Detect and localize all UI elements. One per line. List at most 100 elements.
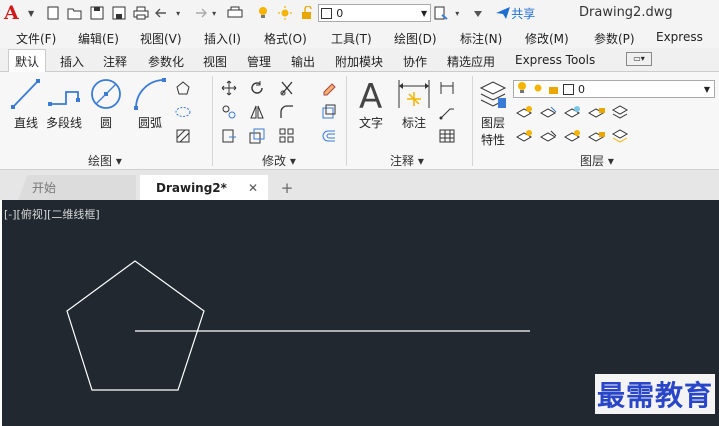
menu-file[interactable]: 文件(F)	[16, 30, 56, 47]
unlock-icon	[548, 81, 560, 98]
arc-tool-button[interactable]: 圆弧	[132, 76, 168, 131]
chevron-down-icon: ▼	[703, 84, 710, 94]
undo-icon[interactable]	[154, 4, 172, 22]
redo-icon[interactable]	[190, 4, 208, 22]
drawing-canvas[interactable]: [-][俯视][二维线框] 最需教育	[2, 200, 719, 426]
tab-manage[interactable]: 管理	[247, 53, 271, 70]
menu-edit[interactable]: 编辑(E)	[78, 30, 119, 47]
tab-express-tools[interactable]: Express Tools	[515, 53, 595, 67]
menu-tools[interactable]: 工具(T)	[331, 30, 372, 47]
mirror-icon[interactable]	[248, 104, 266, 120]
table-icon[interactable]	[438, 128, 456, 144]
layer-lock-icon[interactable]	[588, 104, 606, 120]
polygon-icon[interactable]	[174, 80, 192, 96]
layer-make-current-icon[interactable]	[516, 128, 534, 144]
menu-bar: 文件(F) 编辑(E) 视图(V) 插入(I) 格式(O) 工具(T) 绘图(D…	[0, 26, 719, 48]
layer-combo[interactable]: 0 ▼	[252, 4, 432, 22]
tab-addins[interactable]: 附加模块	[335, 53, 383, 70]
scale-icon[interactable]	[248, 128, 266, 144]
move-icon[interactable]	[220, 80, 238, 96]
line-icon	[11, 79, 40, 109]
layer-unlock-icon[interactable]	[588, 128, 606, 144]
menu-format[interactable]: 格式(O)	[264, 30, 307, 47]
app-menu-chevron-icon[interactable]: ▼	[28, 9, 34, 18]
modify-panel-title[interactable]: 修改 ▾	[262, 152, 296, 169]
menu-dimension[interactable]: 标注(N)	[460, 30, 502, 47]
hatch-icon[interactable]	[174, 128, 192, 144]
customize-qat-icon[interactable]	[469, 4, 487, 22]
tab-insert[interactable]: 插入	[60, 53, 84, 70]
polyline-icon	[48, 91, 80, 106]
save-as-icon[interactable]	[110, 4, 128, 22]
text-tool-button[interactable]: A 文字	[356, 76, 386, 131]
fillet-icon[interactable]	[278, 104, 296, 120]
tab-annotate[interactable]: 注释	[103, 53, 127, 70]
layer-off-icon[interactable]	[516, 104, 534, 120]
layers-panel-title[interactable]: 图层 ▾	[580, 152, 614, 169]
dimension-icon	[398, 80, 430, 108]
tab-output[interactable]: 输出	[291, 53, 315, 70]
print-icon[interactable]	[132, 4, 150, 22]
layer-properties-button[interactable]: 图层 特性	[478, 76, 508, 148]
tab-collaborate[interactable]: 协作	[403, 53, 427, 70]
ribbon-tab-bar: 默认 插入 注释 参数化 视图 管理 输出 附加模块 协作 精选应用 Expre…	[0, 48, 719, 72]
layer-select[interactable]: 0 ▼	[318, 4, 432, 22]
menu-modify[interactable]: 修改(M)	[525, 30, 569, 47]
dimension-tool-button[interactable]: 标注	[396, 76, 432, 131]
layer-freeze-icon[interactable]	[564, 104, 582, 120]
offset-icon[interactable]	[320, 128, 338, 144]
menu-express[interactable]: Express	[656, 30, 703, 44]
menu-view[interactable]: 视图(V)	[140, 30, 182, 47]
explode-icon[interactable]	[320, 104, 338, 120]
document-tab-bar: 开始 Drawing2* ✕ +	[0, 170, 719, 200]
share-button[interactable]: 共享	[495, 5, 535, 22]
annotation-panel-title[interactable]: 注释 ▾	[390, 152, 424, 169]
ellipse-icon[interactable]	[174, 104, 192, 120]
arc-icon	[134, 78, 166, 110]
undo-dropdown-icon[interactable]: ▾	[176, 9, 180, 18]
redo-dropdown-icon[interactable]: ▾	[212, 9, 216, 18]
rotate-icon[interactable]	[248, 80, 266, 96]
polyline-tool-button[interactable]: 多段线	[46, 76, 82, 131]
layer-match-icon[interactable]	[540, 128, 558, 144]
erase-icon[interactable]	[320, 80, 338, 96]
circle-tool-button[interactable]: 圆	[88, 76, 124, 131]
workspace-dropdown-icon[interactable]: ▾	[455, 9, 459, 18]
draw-panel-title[interactable]: 绘图 ▾	[88, 152, 122, 169]
layer-properties-label-1: 图层	[480, 116, 505, 130]
array-icon[interactable]	[278, 128, 296, 144]
ribbon-layer-value: 0	[578, 82, 585, 96]
save-icon[interactable]	[88, 4, 106, 22]
tab-parametric[interactable]: 参数化	[148, 53, 184, 70]
copy-icon[interactable]	[220, 104, 238, 120]
tab-view[interactable]: 视图	[203, 53, 227, 70]
leader-icon[interactable]	[438, 104, 456, 120]
layer-isolate-icon[interactable]	[540, 104, 558, 120]
menu-draw[interactable]: 绘图(D)	[394, 30, 437, 47]
ribbon-minimize-icon[interactable]: ▭▾	[626, 52, 652, 66]
match-properties-icon[interactable]	[433, 4, 451, 22]
app-logo[interactable]: A	[4, 2, 26, 24]
ribbon-layer-select[interactable]: 0 ▼	[513, 80, 715, 98]
tab-drawing2[interactable]: Drawing2* ✕	[140, 175, 268, 200]
line-tool-button[interactable]: 直线	[10, 76, 42, 131]
menu-insert[interactable]: 插入(I)	[204, 30, 241, 47]
layer-walk-icon[interactable]	[612, 104, 630, 120]
quick-access-toolbar: A ▼ ▾ ▾ 0 ▼ ▾ 共享 Drawing2.dwg	[0, 0, 719, 26]
layer-thaw-icon[interactable]	[564, 128, 582, 144]
chevron-down-icon: ▼	[421, 8, 428, 18]
trim-icon[interactable]	[278, 80, 296, 96]
new-file-icon[interactable]	[44, 4, 62, 22]
close-icon[interactable]: ✕	[248, 181, 258, 195]
menu-parametric[interactable]: 参数(P)	[594, 30, 635, 47]
new-tab-button[interactable]: +	[276, 175, 298, 200]
tab-start[interactable]: 开始	[18, 175, 136, 200]
open-file-icon[interactable]	[66, 4, 84, 22]
plot-icon[interactable]	[226, 4, 244, 22]
layer-merge-icon[interactable]	[612, 128, 630, 144]
linear-dimension-icon[interactable]	[438, 80, 456, 96]
tab-featured-apps[interactable]: 精选应用	[447, 53, 495, 70]
dimension-label: 标注	[401, 116, 426, 130]
tab-default[interactable]: 默认	[8, 49, 47, 72]
stretch-icon[interactable]	[220, 128, 238, 144]
